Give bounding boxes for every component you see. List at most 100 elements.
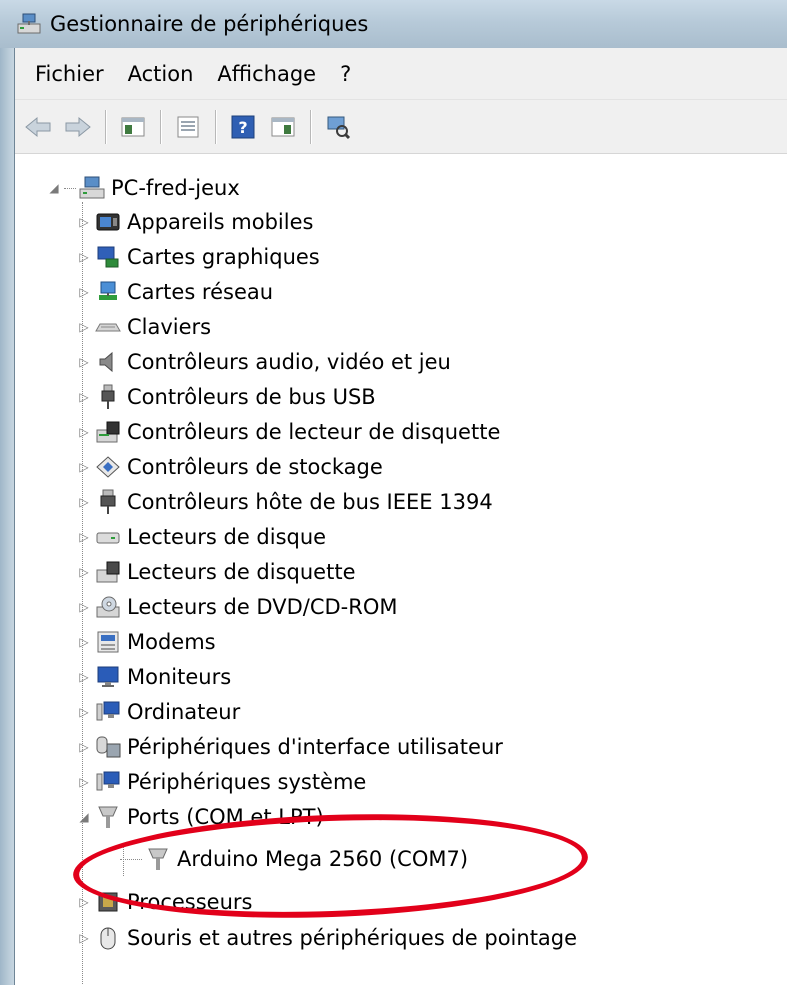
system-device-icon: [95, 769, 121, 795]
tree-item-peripheriques-systeme[interactable]: ▷ Périphériques système: [75, 765, 366, 799]
expand-triangle-icon[interactable]: ▷: [75, 773, 93, 791]
collapse-triangle-icon[interactable]: ◢: [45, 179, 63, 197]
tree-dots: [64, 187, 76, 189]
tree-item-ordinateur[interactable]: ▷ Ordinateur: [75, 695, 240, 729]
tree-item-label: Périphériques système: [127, 770, 367, 794]
tree-item-label: Contrôleurs de bus USB: [127, 385, 376, 409]
tree-item-controleurs-disquette[interactable]: ▷ Contrôleurs de lecteur de disquette: [75, 415, 500, 449]
toolbar-separator: [215, 109, 216, 144]
floppy-controller-icon: [95, 419, 121, 445]
speaker-icon: [95, 349, 121, 375]
tree-item-label: Ordinateur: [127, 700, 241, 724]
tree-item-label: Contrôleurs de lecteur de disquette: [127, 420, 501, 444]
mouse-icon: [95, 925, 121, 951]
expand-triangle-icon[interactable]: ▷: [75, 458, 93, 476]
keyboard-icon: [95, 314, 121, 340]
storage-controller-icon: [95, 454, 121, 480]
expand-triangle-icon[interactable]: ▷: [75, 703, 93, 721]
action-pane-icon[interactable]: [266, 110, 300, 144]
tree-item-lecteurs-disque[interactable]: ▷ Lecteurs de disque: [75, 520, 326, 554]
expand-triangle-icon[interactable]: ▷: [75, 423, 93, 441]
network-adapter-icon: [95, 279, 121, 305]
expand-triangle-icon[interactable]: ▷: [75, 893, 93, 911]
tree-root[interactable]: ◢ PC-fred-jeux: [45, 171, 240, 205]
computer-icon: [95, 699, 121, 725]
expand-triangle-icon[interactable]: ▷: [75, 563, 93, 581]
tree-item-label: Cartes réseau: [127, 280, 274, 304]
tree-item-appareils-mobiles[interactable]: ▷ Appareils mobiles: [75, 205, 313, 239]
expand-triangle-icon[interactable]: ▷: [75, 318, 93, 336]
menu-bar: Fichier Action Affichage ?: [15, 48, 787, 100]
ieee1394-icon: [95, 489, 121, 515]
expand-triangle-icon[interactable]: ▷: [75, 283, 93, 301]
device-manager-icon: [16, 12, 42, 36]
expand-triangle-icon[interactable]: ▷: [75, 388, 93, 406]
menu-help[interactable]: ?: [330, 62, 365, 86]
tree-item-modems[interactable]: ▷ Modems: [75, 625, 216, 659]
expand-triangle-icon[interactable]: ▷: [75, 929, 93, 947]
display-adapter-icon: [95, 244, 121, 270]
disk-drive-icon: [95, 524, 121, 550]
menu-affichage[interactable]: Affichage: [207, 62, 330, 86]
tree-item-lecteurs-disquette[interactable]: ▷ Lecteurs de disquette: [75, 555, 356, 589]
tree-item-cartes-reseau[interactable]: ▷ Cartes réseau: [75, 275, 273, 309]
monitor-icon: [95, 664, 121, 690]
expand-triangle-icon[interactable]: ▷: [75, 493, 93, 511]
tree-item-label: Lecteurs de DVD/CD-ROM: [127, 595, 398, 619]
expand-triangle-icon[interactable]: ▷: [75, 353, 93, 371]
tree-item-controleurs-audio[interactable]: ▷ Contrôleurs audio, vidéo et jeu: [75, 345, 451, 379]
tree-item-label: Claviers: [127, 315, 212, 339]
tree-item-controleurs-stockage[interactable]: ▷ Contrôleurs de stockage: [75, 450, 383, 484]
window-title: Gestionnaire de périphériques: [50, 12, 369, 36]
dvd-drive-icon: [95, 594, 121, 620]
tree-item-label: Contrôleurs audio, vidéo et jeu: [127, 350, 451, 374]
help-icon[interactable]: ?: [226, 110, 260, 144]
tree-item-label: Contrôleurs hôte de bus IEEE 1394: [127, 490, 493, 514]
expand-triangle-icon[interactable]: ▷: [75, 528, 93, 546]
tree-item-moniteurs[interactable]: ▷ Moniteurs: [75, 660, 231, 694]
tree-item-claviers[interactable]: ▷ Claviers: [75, 310, 211, 344]
back-arrow-icon[interactable]: [21, 110, 55, 144]
tree-item-label: Périphériques d'interface utilisateur: [127, 735, 503, 759]
usb-icon: [95, 384, 121, 410]
tree-item-label: Modems: [127, 630, 216, 654]
expand-triangle-icon[interactable]: ▷: [75, 213, 93, 231]
tree-item-cartes-graphiques[interactable]: ▷ Cartes graphiques: [75, 240, 320, 274]
tree-item-controleurs-ieee1394[interactable]: ▷ Contrôleurs hôte de bus IEEE 1394: [75, 485, 493, 519]
tree-item-lecteurs-dvd[interactable]: ▷ Lecteurs de DVD/CD-ROM: [75, 590, 398, 624]
svg-text:?: ?: [238, 118, 247, 137]
window-frame-left: [0, 48, 14, 985]
tree-item-peripheriques-interface[interactable]: ▷ Périphériques d'interface utilisateur: [75, 730, 503, 764]
hid-icon: [95, 734, 121, 760]
expand-triangle-icon[interactable]: ▷: [75, 633, 93, 651]
menu-fichier[interactable]: Fichier: [25, 62, 118, 86]
collapse-triangle-icon[interactable]: ◢: [75, 808, 93, 826]
tree-item-label: Moniteurs: [127, 665, 232, 689]
tree-root-label: PC-fred-jeux: [111, 176, 240, 200]
expand-triangle-icon[interactable]: ▷: [75, 248, 93, 266]
floppy-drive-icon: [95, 559, 121, 585]
properties-icon[interactable]: [171, 110, 205, 144]
tree-item-label: Lecteurs de disquette: [127, 560, 356, 584]
tree-item-souris[interactable]: ▷ Souris et autres périphériques de poin…: [75, 921, 577, 955]
tree-item-controleurs-usb[interactable]: ▷ Contrôleurs de bus USB: [75, 380, 376, 414]
port-icon: [95, 804, 121, 830]
expand-triangle-icon[interactable]: ▷: [75, 738, 93, 756]
tree-item-label: Contrôleurs de stockage: [127, 455, 383, 479]
title-bar[interactable]: Gestionnaire de périphériques: [0, 0, 787, 48]
expand-triangle-icon[interactable]: ▷: [75, 598, 93, 616]
forward-arrow-icon[interactable]: [61, 110, 95, 144]
tree-item-label: Appareils mobiles: [127, 210, 314, 234]
toolbar-separator: [160, 109, 161, 144]
menu-action[interactable]: Action: [118, 62, 208, 86]
mobile-device-icon: [95, 209, 121, 235]
scan-hardware-icon[interactable]: [321, 110, 355, 144]
expand-triangle-icon[interactable]: ▷: [75, 668, 93, 686]
tree-item-label: Cartes graphiques: [127, 245, 320, 269]
console-tree-icon[interactable]: [116, 110, 150, 144]
toolbar: ?: [15, 100, 787, 154]
tree-item-label: Souris et autres périphériques de pointa…: [127, 926, 578, 950]
computer-icon: [79, 175, 105, 201]
tree-item-label: Lecteurs de disque: [127, 525, 327, 549]
modem-icon: [95, 629, 121, 655]
